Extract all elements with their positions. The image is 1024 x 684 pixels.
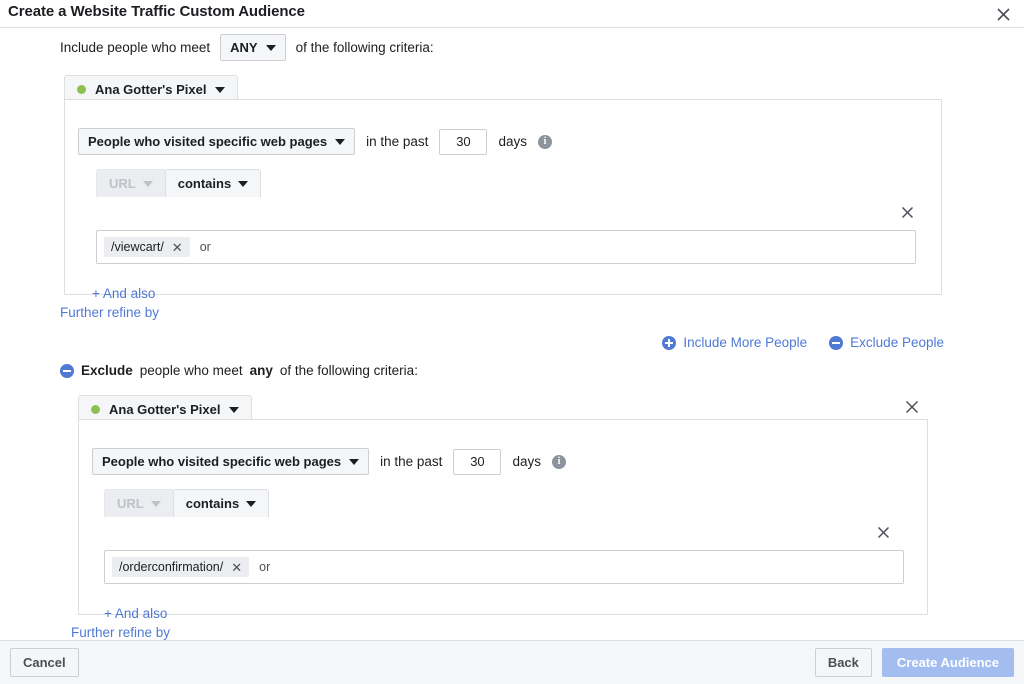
exclude-event-value: People who visited specific web pages: [102, 454, 341, 469]
include-event-row: People who visited specific web pages in…: [78, 128, 552, 155]
include-event-dropdown[interactable]: People who visited specific web pages: [78, 128, 355, 155]
exclude-heading-end: of the following criteria:: [280, 363, 418, 378]
pixel-status-dot-icon: [91, 405, 100, 414]
include-field-value: URL: [109, 176, 136, 191]
include-more-people-label: Include More People: [683, 335, 807, 350]
include-further-refine-link[interactable]: Further refine by: [60, 305, 159, 320]
include-condition-tabs: URL contains: [96, 169, 261, 197]
exclude-heading-strong: Exclude: [81, 363, 133, 378]
exclude-heading-any: any: [250, 363, 273, 378]
chevron-down-icon: [266, 45, 276, 51]
exclude-event-row: People who visited specific web pages in…: [92, 448, 566, 475]
chevron-down-icon: [151, 501, 161, 507]
cancel-button[interactable]: Cancel: [10, 648, 79, 677]
remove-token-icon[interactable]: ✕: [172, 241, 183, 254]
exclude-heading-mid: people who meet: [140, 363, 243, 378]
chevron-down-icon: [246, 501, 256, 507]
include-retention-prefix: in the past: [366, 134, 428, 149]
include-remove-condition-button[interactable]: [901, 206, 914, 223]
include-operator-dropdown[interactable]: contains: [165, 169, 261, 197]
exclude-people-button[interactable]: Exclude People: [829, 335, 944, 350]
plus-circle-icon: [662, 336, 676, 350]
dialog-footer: Cancel Back Create Audience: [0, 640, 1024, 684]
exclude-retention-prefix: in the past: [380, 454, 442, 469]
exclude-operator-dropdown[interactable]: contains: [173, 489, 269, 517]
exclude-retention-suffix: days: [512, 454, 541, 469]
back-button[interactable]: Back: [815, 648, 872, 677]
exclude-url-token: /orderconfirmation/ ✕: [112, 557, 249, 577]
include-suffix-label: of the following criteria:: [296, 40, 434, 55]
exclude-criteria-header: Exclude people who meet any of the follo…: [60, 363, 418, 378]
exclude-condition-tabs: URL contains: [104, 489, 269, 517]
remove-token-icon[interactable]: ✕: [231, 561, 242, 574]
exclude-pixel-name: Ana Gotter's Pixel: [109, 402, 220, 417]
page-title: Create a Website Traffic Custom Audience: [8, 3, 305, 20]
include-url-token-label: /viewcart/: [111, 240, 164, 254]
exclude-retention-days-input[interactable]: 30: [453, 449, 501, 475]
exclude-people-label: Exclude People: [850, 335, 944, 350]
exclude-event-dropdown[interactable]: People who visited specific web pages: [92, 448, 369, 475]
minus-circle-icon: [829, 336, 843, 350]
exclude-url-token-input[interactable]: /orderconfirmation/ ✕ or: [104, 550, 904, 584]
include-criteria-header: Include people who meet ANY of the follo…: [60, 34, 434, 61]
exclude-field-dropdown[interactable]: URL: [104, 489, 174, 517]
chevron-down-icon: [349, 459, 359, 465]
create-audience-button[interactable]: Create Audience: [882, 648, 1014, 677]
include-prefix-label: Include people who meet: [60, 40, 210, 55]
exclude-or-label: or: [259, 560, 270, 574]
chevron-down-icon: [335, 139, 345, 145]
include-event-value: People who visited specific web pages: [88, 134, 327, 149]
include-operator-value: contains: [178, 176, 231, 191]
include-more-people-button[interactable]: Include More People: [662, 335, 807, 350]
include-pixel-name: Ana Gotter's Pixel: [95, 82, 206, 97]
include-rule-panel: People who visited specific web pages in…: [64, 99, 942, 295]
info-icon[interactable]: i: [552, 455, 566, 469]
exclude-and-also-link[interactable]: + And also: [104, 606, 167, 621]
include-url-token: /viewcart/ ✕: [104, 237, 190, 257]
chevron-down-icon: [238, 181, 248, 187]
include-retention-days-input[interactable]: 30: [439, 129, 487, 155]
chevron-down-icon: [215, 87, 225, 93]
include-url-token-input[interactable]: /viewcart/ ✕ or: [96, 230, 916, 264]
exclude-rule-panel: People who visited specific web pages in…: [78, 419, 928, 615]
exclude-remove-condition-button[interactable]: [877, 526, 890, 543]
exclude-operator-value: contains: [186, 496, 239, 511]
chevron-down-icon: [229, 407, 239, 413]
close-icon[interactable]: [992, 3, 1014, 25]
include-field-dropdown[interactable]: URL: [96, 169, 166, 197]
chevron-down-icon: [143, 181, 153, 187]
exclude-field-value: URL: [117, 496, 144, 511]
exclude-further-refine-link[interactable]: Further refine by: [71, 625, 170, 640]
create-audience-dialog: Create a Website Traffic Custom Audience…: [0, 0, 1024, 684]
include-match-value: ANY: [230, 40, 257, 55]
pixel-status-dot-icon: [77, 85, 86, 94]
exclude-url-token-label: /orderconfirmation/: [119, 560, 223, 574]
include-retention-suffix: days: [498, 134, 527, 149]
minus-circle-icon[interactable]: [60, 364, 74, 378]
dialog-header: Create a Website Traffic Custom Audience: [0, 0, 1024, 28]
include-match-dropdown[interactable]: ANY: [220, 34, 285, 61]
exclude-section-remove-button[interactable]: [905, 400, 919, 418]
audience-actions: Include More People Exclude People: [662, 335, 944, 350]
include-or-label: or: [200, 240, 211, 254]
include-and-also-link[interactable]: + And also: [92, 286, 155, 301]
dialog-body: Include people who meet ANY of the follo…: [0, 29, 1024, 640]
info-icon[interactable]: i: [538, 135, 552, 149]
